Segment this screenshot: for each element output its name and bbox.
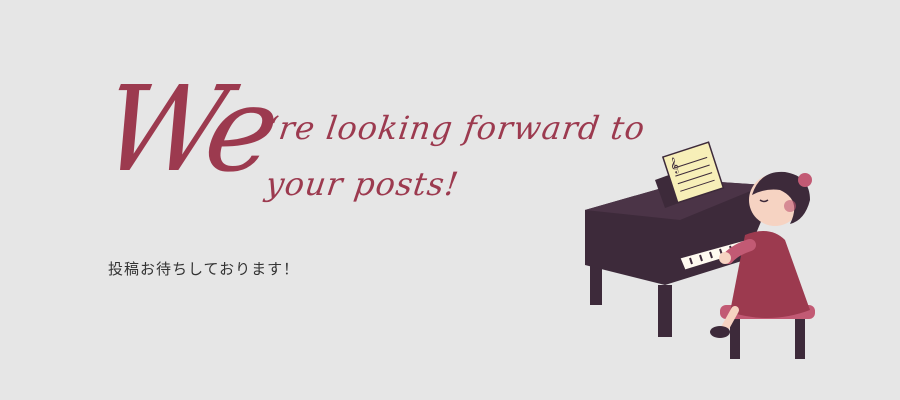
headline-line-2: your posts! bbox=[263, 165, 462, 203]
banner: We ‘re looking forward to your posts! 投稿… bbox=[0, 0, 900, 400]
girl-playing-piano-icon: 𝄞 bbox=[585, 141, 815, 359]
headline-we: We bbox=[91, 60, 282, 198]
subtitle-japanese: 投稿お待ちしております！ bbox=[108, 260, 300, 278]
